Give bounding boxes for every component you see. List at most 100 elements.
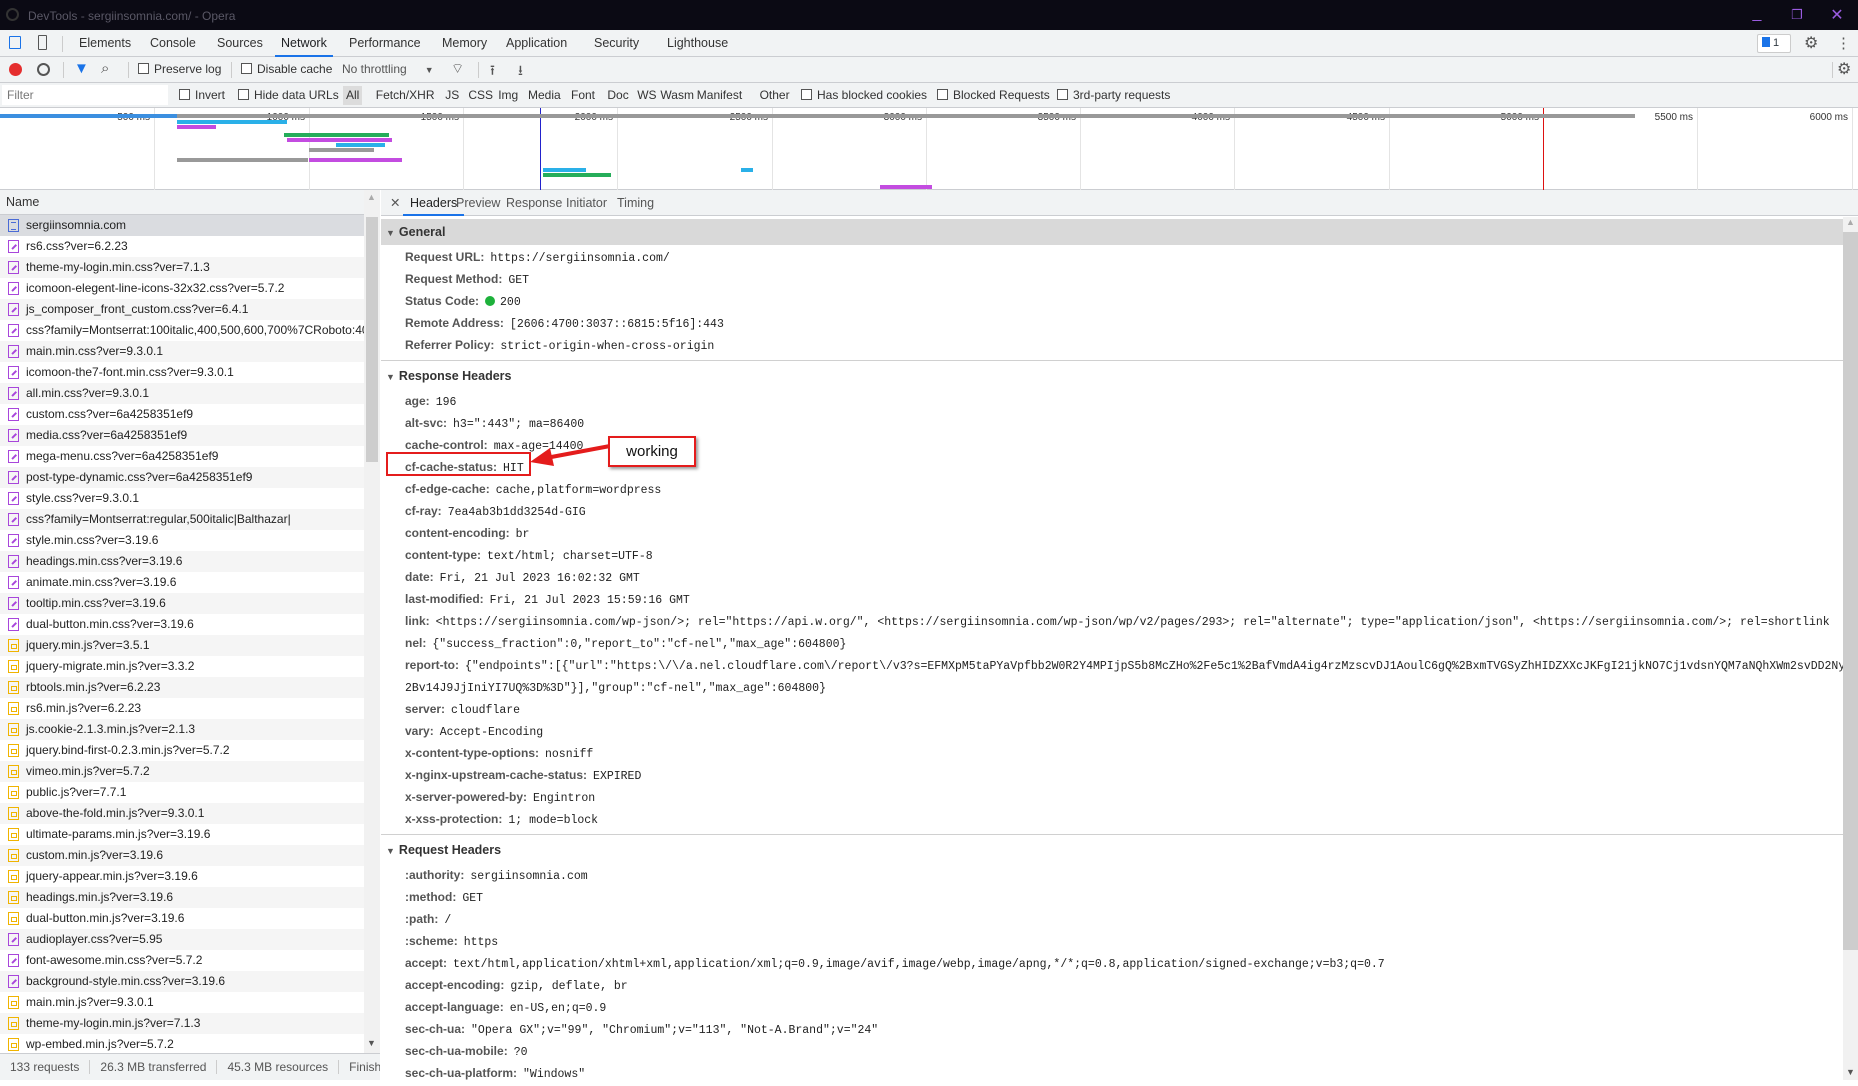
filter-icon[interactable]: ▼: [74, 60, 89, 77]
settings-gear-icon[interactable]: ⚙: [1804, 33, 1818, 53]
scroll-up-icon[interactable]: ▲: [367, 192, 376, 202]
throttling-select[interactable]: No throttling ▼: [342, 57, 434, 82]
scrollbar-thumb[interactable]: [366, 217, 378, 462]
tab-network[interactable]: Network: [275, 30, 333, 57]
filter-type-manifest[interactable]: Manifest: [694, 83, 745, 108]
request-row[interactable]: css?family=Montserrat:regular,500italic|…: [0, 509, 364, 530]
device-toolbar-icon[interactable]: [38, 35, 47, 50]
request-row[interactable]: ultimate-params.min.js?ver=3.19.6: [0, 824, 364, 845]
request-row[interactable]: jquery-appear.min.js?ver=3.19.6: [0, 866, 364, 887]
tab-console[interactable]: Console: [144, 30, 202, 57]
filter-type-doc[interactable]: Doc: [604, 83, 631, 108]
request-row[interactable]: animate.min.css?ver=3.19.6: [0, 572, 364, 593]
name-column-header[interactable]: Name: [0, 190, 379, 215]
request-row[interactable]: rs6.min.js?ver=6.2.23: [0, 698, 364, 719]
request-row[interactable]: js_composer_front_custom.css?ver=6.4.1: [0, 299, 364, 320]
request-row[interactable]: jquery-migrate.min.js?ver=3.3.2: [0, 656, 364, 677]
request-row[interactable]: vimeo.min.js?ver=5.7.2: [0, 761, 364, 782]
scroll-down-icon[interactable]: ▼: [367, 1038, 376, 1048]
search-icon[interactable]: ⌕: [101, 60, 109, 77]
filter-type-ws[interactable]: WS: [634, 83, 659, 108]
details-scrollbar[interactable]: ▲ ▼: [1843, 217, 1858, 1080]
tab-sources[interactable]: Sources: [211, 30, 269, 57]
network-settings-gear-icon[interactable]: ⚙: [1837, 59, 1851, 79]
scroll-down-icon[interactable]: ▼: [1846, 1067, 1855, 1077]
filter-input[interactable]: Filter: [2, 85, 168, 105]
general-section-header[interactable]: ▼ General: [381, 219, 1843, 245]
request-row[interactable]: style.min.css?ver=3.19.6: [0, 530, 364, 551]
third-party-requests-checkbox[interactable]: 3rd-party requests: [1057, 83, 1170, 108]
detail-tab-initiator[interactable]: Initiator: [559, 190, 614, 216]
request-row[interactable]: style.css?ver=9.3.0.1: [0, 488, 364, 509]
request-row[interactable]: headings.min.js?ver=3.19.6: [0, 887, 364, 908]
tab-performance[interactable]: Performance: [343, 30, 427, 57]
clear-button[interactable]: [37, 63, 50, 76]
disable-cache-checkbox[interactable]: Disable cache: [241, 57, 332, 82]
filter-type-js[interactable]: JS: [442, 83, 462, 108]
export-har-icon[interactable]: ⭳: [518, 60, 523, 84]
request-row[interactable]: custom.min.js?ver=3.19.6: [0, 845, 364, 866]
network-overview-timeline[interactable]: 500 ms1000 ms1500 ms2000 ms2500 ms3000 m…: [0, 108, 1858, 214]
filter-type-all[interactable]: All: [343, 86, 363, 105]
tab-elements[interactable]: Elements: [73, 30, 137, 57]
minimize-button[interactable]: _: [1742, 5, 1772, 23]
request-row[interactable]: icomoon-the7-font.min.css?ver=9.3.0.1: [0, 362, 364, 383]
request-row[interactable]: public.js?ver=7.7.1: [0, 782, 364, 803]
request-row[interactable]: dual-button.min.css?ver=3.19.6: [0, 614, 364, 635]
response-headers-section-header[interactable]: ▼ Response Headers: [381, 363, 1843, 389]
detail-tab-timing[interactable]: Timing: [610, 190, 661, 216]
request-row[interactable]: theme-my-login.min.css?ver=7.1.3: [0, 257, 364, 278]
hide-data-urls-checkbox[interactable]: Hide data URLs: [238, 83, 339, 108]
filter-type-fetchxhr[interactable]: Fetch/XHR: [373, 83, 438, 108]
request-row[interactable]: css?family=Montserrat:100italic,400,500,…: [0, 320, 364, 341]
filter-type-wasm[interactable]: Wasm: [657, 83, 697, 108]
request-row[interactable]: wp-embed.min.js?ver=5.7.2: [0, 1034, 364, 1053]
close-window-button[interactable]: ✕: [1822, 5, 1852, 25]
request-row[interactable]: all.min.css?ver=9.3.0.1: [0, 383, 364, 404]
request-row[interactable]: above-the-fold.min.js?ver=9.3.0.1: [0, 803, 364, 824]
filter-type-font[interactable]: Font: [568, 83, 598, 108]
request-row[interactable]: main.min.js?ver=9.3.0.1: [0, 992, 364, 1013]
invert-checkbox[interactable]: Invert: [179, 83, 225, 108]
filter-type-css[interactable]: CSS: [465, 83, 496, 108]
request-row[interactable]: sergiinsomnia.com: [0, 215, 364, 236]
blocked-requests-checkbox[interactable]: Blocked Requests: [937, 83, 1050, 108]
filter-type-media[interactable]: Media: [525, 83, 564, 108]
request-row[interactable]: theme-my-login.min.js?ver=7.1.3: [0, 1013, 364, 1034]
request-row[interactable]: post-type-dynamic.css?ver=6a4258351ef9: [0, 467, 364, 488]
request-list-scrollbar[interactable]: ▲ ▼: [364, 190, 380, 1053]
request-row[interactable]: tooltip.min.css?ver=3.19.6: [0, 593, 364, 614]
request-row[interactable]: mega-menu.css?ver=6a4258351ef9: [0, 446, 364, 467]
request-row[interactable]: rs6.css?ver=6.2.23: [0, 236, 364, 257]
tab-lighthouse[interactable]: Lighthouse: [661, 30, 734, 57]
request-row[interactable]: js.cookie-2.1.3.min.js?ver=2.1.3: [0, 719, 364, 740]
filter-type-other[interactable]: Other: [757, 83, 793, 108]
issues-badge[interactable]: 1: [1757, 34, 1791, 53]
record-button[interactable]: [9, 63, 22, 76]
more-options-icon[interactable]: ⋮: [1836, 34, 1851, 52]
preserve-log-checkbox[interactable]: Preserve log: [138, 57, 221, 82]
import-har-icon[interactable]: ⭱: [490, 60, 495, 84]
restore-button[interactable]: ❐: [1782, 7, 1812, 23]
request-row[interactable]: rbtools.min.js?ver=6.2.23: [0, 677, 364, 698]
tab-security[interactable]: Security: [588, 30, 645, 57]
scrollbar-thumb[interactable]: [1843, 232, 1858, 950]
request-row[interactable]: headings.min.css?ver=3.19.6: [0, 551, 364, 572]
request-row[interactable]: dual-button.min.js?ver=3.19.6: [0, 908, 364, 929]
has-blocked-cookies-checkbox[interactable]: Has blocked cookies: [801, 83, 927, 108]
request-row[interactable]: font-awesome.min.css?ver=5.7.2: [0, 950, 364, 971]
network-conditions-icon[interactable]: ⌔: [451, 60, 464, 78]
request-row[interactable]: main.min.css?ver=9.3.0.1: [0, 341, 364, 362]
tab-memory[interactable]: Memory: [436, 30, 493, 57]
scroll-up-icon[interactable]: ▲: [1846, 217, 1855, 227]
request-row[interactable]: custom.css?ver=6a4258351ef9: [0, 404, 364, 425]
request-row[interactable]: jquery.min.js?ver=3.5.1: [0, 635, 364, 656]
request-row[interactable]: icomoon-elegent-line-icons-32x32.css?ver…: [0, 278, 364, 299]
request-row[interactable]: media.css?ver=6a4258351ef9: [0, 425, 364, 446]
tab-application[interactable]: Application: [500, 30, 573, 57]
filter-type-img[interactable]: Img: [495, 83, 521, 108]
request-row[interactable]: jquery.bind-first-0.2.3.min.js?ver=5.7.2: [0, 740, 364, 761]
inspect-element-icon[interactable]: [9, 36, 21, 49]
request-row[interactable]: audioplayer.css?ver=5.95: [0, 929, 364, 950]
request-row[interactable]: background-style.min.css?ver=3.19.6: [0, 971, 364, 992]
